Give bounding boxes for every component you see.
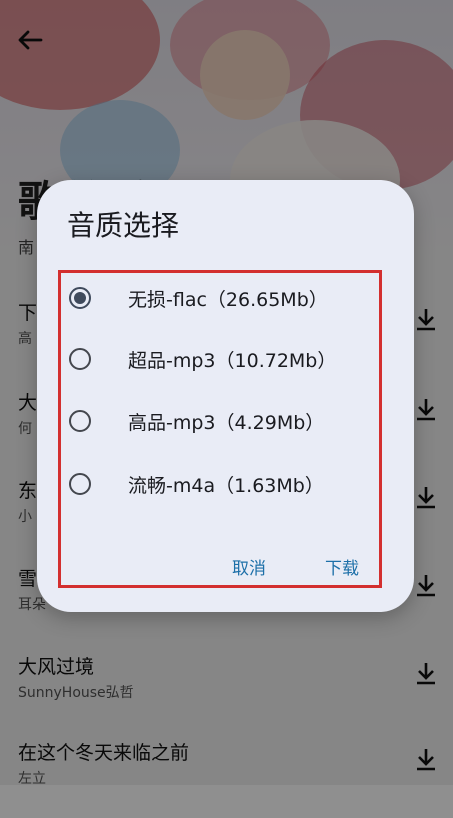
quality-option-m4a[interactable]: 流畅-m4a（1.63Mb） xyxy=(65,460,385,508)
radio-unchecked-icon[interactable] xyxy=(69,410,91,432)
quality-option-mp3-high[interactable]: 高品-mp3（4.29Mb） xyxy=(65,397,385,445)
dialog-title: 音质选择 xyxy=(67,209,180,242)
radio-unchecked-icon[interactable] xyxy=(69,473,91,495)
quality-option-flac[interactable]: 无损-flac（26.65Mb） xyxy=(65,274,385,322)
quality-option-mp3-super[interactable]: 超品-mp3（10.72Mb） xyxy=(65,335,385,383)
radio-checked-icon[interactable] xyxy=(69,287,91,309)
option-label: 高品-mp3（4.29Mb） xyxy=(128,411,325,434)
radio-unchecked-icon[interactable] xyxy=(69,348,91,370)
option-label: 流畅-m4a（1.63Mb） xyxy=(128,474,324,497)
option-label: 超品-mp3（10.72Mb） xyxy=(128,349,337,372)
cancel-button[interactable]: 取消 xyxy=(226,550,272,583)
download-button[interactable]: 下载 xyxy=(319,550,365,583)
quality-select-dialog: 音质选择 无损-flac（26.65Mb） 超品-mp3（10.72Mb） 高品… xyxy=(37,180,414,612)
option-label: 无损-flac（26.65Mb） xyxy=(128,288,328,311)
